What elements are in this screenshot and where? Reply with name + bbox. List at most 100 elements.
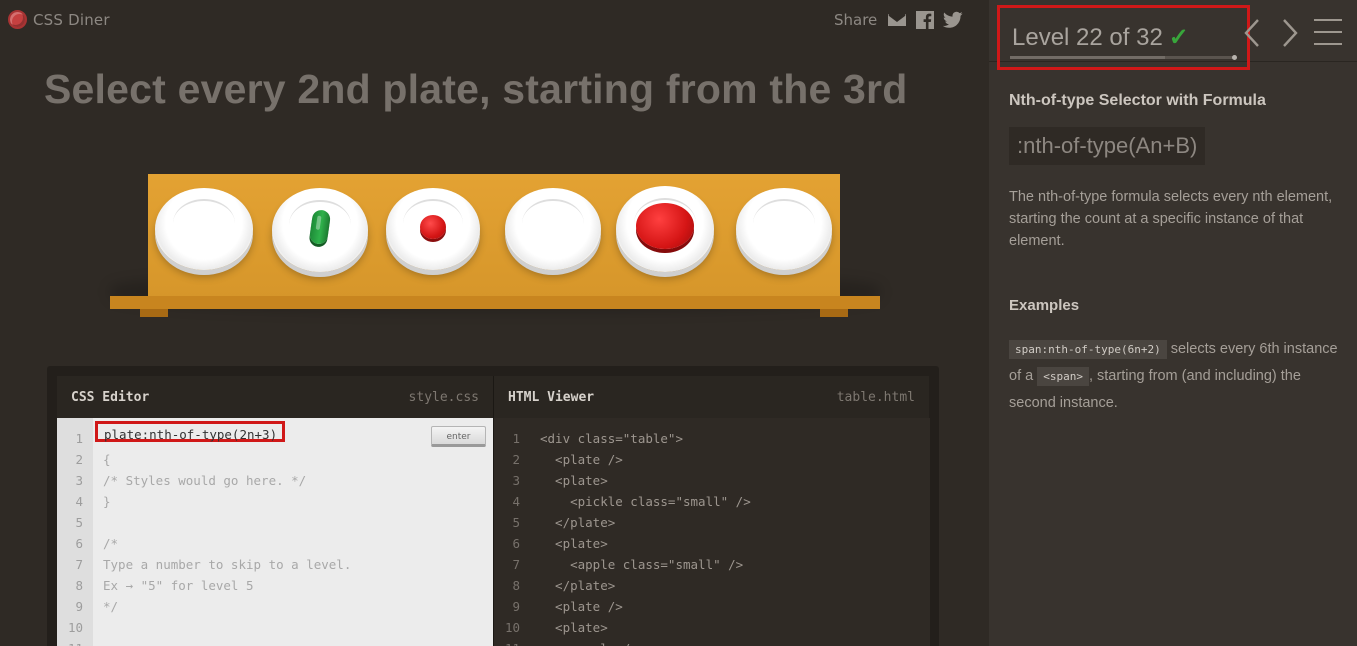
code-line: {: [103, 452, 111, 467]
line-number: 5: [512, 515, 520, 530]
html-viewer-filename: table.html: [836, 389, 915, 405]
share-bar: Share: [834, 10, 963, 30]
line-number: 9: [512, 599, 520, 614]
css-editor-body: 1 2 3 4 5 6 7 8 9 10 11 plate:nth-of-typ…: [57, 418, 493, 646]
facebook-icon[interactable]: [915, 10, 935, 30]
markup-line[interactable]: <div class="table">: [540, 428, 930, 449]
markup-line[interactable]: <plate>: [540, 533, 930, 554]
email-icon[interactable]: [887, 10, 907, 30]
line-number: 1: [512, 431, 520, 446]
css-editor-pane: CSS Editor style.css 1 2 3 4 5 6 7 8 9 1…: [57, 376, 493, 646]
table-leg: [820, 309, 848, 317]
menu-icon[interactable]: [1314, 19, 1342, 45]
line-number: 6: [512, 536, 520, 551]
markup-line[interactable]: <plate>: [540, 617, 930, 638]
example: span:nth-of-type(6n+2) selects every 6th…: [1009, 336, 1347, 416]
line-number: 4: [512, 494, 520, 509]
top-bar: CSS Diner Share: [0, 0, 989, 40]
css-editor-filename: style.css: [408, 389, 479, 405]
line-number: 3: [512, 473, 520, 488]
level-text: Level 22 of 32 ✓: [1012, 23, 1189, 52]
line-number: 11: [57, 638, 93, 646]
markup-line[interactable]: </plate>: [540, 575, 930, 596]
check-icon: ✓: [1168, 24, 1189, 51]
html-viewer-title: HTML Viewer: [508, 389, 595, 405]
html-code: <div class="table"> <plate /> <plate> <p…: [530, 418, 930, 646]
html-viewer-pane: HTML Viewer table.html 1 2 3 4 5 6 7 8 9…: [493, 376, 930, 646]
code-line: }: [103, 494, 111, 509]
pickle-small[interactable]: [308, 208, 332, 246]
code-line: */: [103, 599, 119, 614]
css-selector-input[interactable]: plate:nth-of-type(2n+3): [95, 421, 285, 442]
line-number: 8: [512, 578, 520, 593]
chevron-right-icon: [1283, 19, 1298, 47]
markup-line[interactable]: </plate>: [540, 512, 930, 533]
table: [100, 170, 890, 340]
level-progress-fill: [1010, 56, 1165, 59]
line-number: 7: [75, 557, 83, 572]
markup-line[interactable]: <apple class="small" />: [540, 554, 930, 575]
line-number: 7: [512, 557, 520, 572]
plate[interactable]: [505, 188, 601, 270]
table-leg: [140, 309, 168, 317]
line-number: 4: [75, 494, 83, 509]
line-number: 8: [75, 578, 83, 593]
markup-line[interactable]: <plate />: [540, 449, 930, 470]
apple-small[interactable]: [420, 215, 446, 239]
line-number: 3: [75, 473, 83, 488]
share-label: Share: [834, 11, 878, 29]
line-number: 10: [504, 620, 520, 635]
plate[interactable]: [616, 186, 714, 272]
example-code: span:nth-of-type(6n+2): [1009, 340, 1167, 359]
markup-line[interactable]: <plate>: [540, 470, 930, 491]
markup-line[interactable]: <pickle class="small" />: [540, 491, 930, 512]
level-header: Level 22 of 32 ✓: [989, 0, 1357, 70]
chevron-left-icon: [1244, 19, 1259, 47]
plate[interactable]: [155, 188, 253, 270]
level-label: Level 22 of 32: [1012, 24, 1163, 51]
selector-hint: The nth-of-type formula selects every nt…: [1009, 189, 1333, 249]
table-front: [110, 296, 880, 309]
html-line-numbers: 1 2 3 4 5 6 7 8 9 10 11: [494, 418, 530, 646]
code-line: /*: [103, 536, 119, 551]
selector-syntax: :nth-of-type(An+B): [1009, 127, 1206, 165]
css-line-numbers: 1 2 3 4 5 6 7 8 9 10 11: [57, 418, 93, 646]
logo[interactable]: CSS Diner: [8, 10, 110, 29]
plate[interactable]: [736, 188, 832, 270]
markup-line[interactable]: <plate />: [540, 596, 930, 617]
line-number: 5: [75, 515, 83, 530]
line-number: 9: [75, 599, 83, 614]
line-number: 2: [75, 452, 83, 467]
example-tag: <span>: [1037, 367, 1089, 386]
logo-text: CSS Diner: [33, 10, 110, 29]
css-editor-title: CSS Editor: [71, 389, 150, 405]
next-level-button[interactable]: [1281, 18, 1299, 48]
previous-level-button[interactable]: [1243, 18, 1261, 48]
apple[interactable]: [636, 203, 694, 249]
sidebar: Level 22 of 32 ✓ Nth-of-type Selector wit…: [989, 0, 1357, 646]
css-editor-header: CSS Editor style.css: [57, 376, 493, 418]
editor: CSS Editor style.css 1 2 3 4 5 6 7 8 9 1…: [47, 366, 939, 646]
level-instruction: Select every 2nd plate, starting from th…: [44, 66, 908, 112]
line-number: 6: [75, 536, 83, 551]
plate[interactable]: [272, 188, 368, 272]
code-line: Ex → "5" for level 5: [103, 578, 254, 593]
selector-name: Nth-of-type Selector with Formula: [1009, 92, 1266, 109]
code-line: /* Styles would go here. */: [103, 473, 307, 488]
enter-button[interactable]: enter: [431, 426, 486, 447]
line-number: 1: [75, 431, 83, 446]
line-number: 10: [67, 620, 83, 635]
html-viewer-body: 1 2 3 4 5 6 7 8 9 10 11 <div class="tabl…: [494, 418, 930, 646]
markup-line[interactable]: <apple />: [540, 638, 930, 646]
twitter-icon[interactable]: [943, 10, 963, 30]
game-area: CSS Diner Share Select every 2nd plate, …: [0, 0, 989, 646]
html-viewer-header: HTML Viewer table.html: [494, 376, 929, 418]
logo-icon: [8, 10, 27, 29]
code-line: Type a number to skip to a level.: [103, 557, 352, 572]
plate[interactable]: [386, 188, 480, 270]
level-indicator[interactable]: Level 22 of 32 ✓: [997, 5, 1250, 70]
level-progress-dot: [1232, 55, 1237, 60]
css-code: plate:nth-of-type(2n+3) enter { /* Style…: [93, 418, 493, 646]
